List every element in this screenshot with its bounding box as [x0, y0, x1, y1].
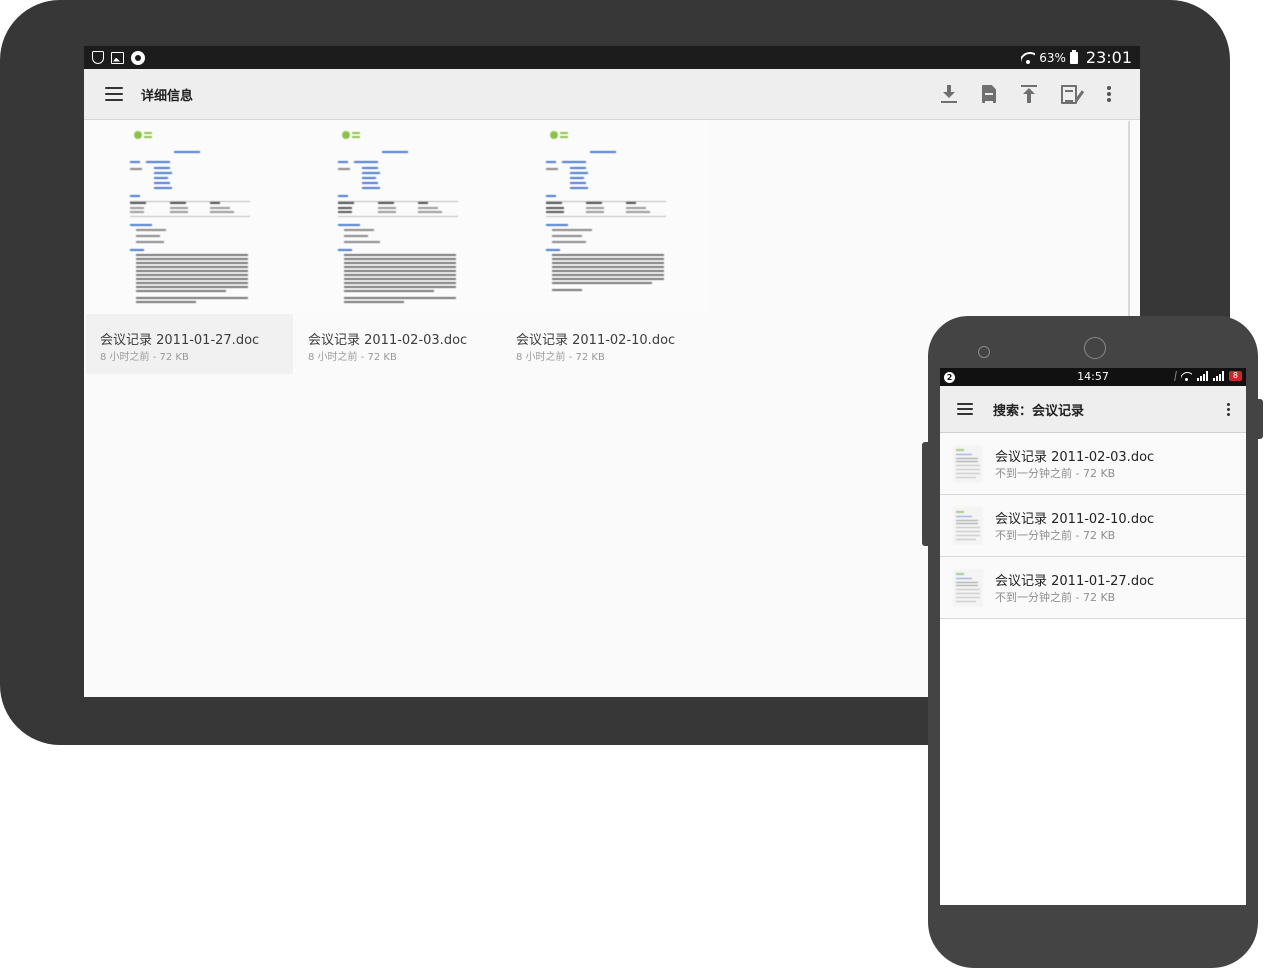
document-preview-icon — [546, 131, 666, 291]
battery-icon — [1069, 49, 1078, 64]
wifi-icon — [1181, 372, 1192, 381]
tablet-status-bar: 63% 23:01 — [84, 46, 1140, 69]
file-card[interactable]: 会议记录 2011-02-03.doc 8 小时之前 - 72 KB — [294, 121, 501, 374]
battery-level-badge: 8 — [1228, 371, 1242, 381]
file-thumbnail — [502, 121, 709, 314]
file-meta: 8 小时之前 - 72 KB — [308, 352, 397, 363]
file-meta: 不到一分钟之前 - 72 KB — [995, 591, 1116, 604]
edit-document-icon — [1061, 84, 1077, 104]
sensor-icon — [978, 346, 990, 358]
search-title: 搜索：会议记录 — [993, 403, 1085, 419]
file-meta: 不到一分钟之前 - 72 KB — [995, 529, 1116, 542]
power-button — [1257, 399, 1263, 439]
file-card[interactable]: 会议记录 2011-02-10.doc 8 小时之前 - 72 KB — [502, 121, 709, 374]
file-name: 会议记录 2011-02-03.doc — [995, 450, 1155, 465]
page-title: 详细信息 — [141, 88, 194, 104]
document-thumbnail-icon — [953, 569, 983, 607]
phone-device: 2 14:57 8 搜索：会议记录 会议记录 2011-02-03.doc 不到… — [922, 316, 1263, 968]
file-thumbnail — [294, 121, 501, 314]
file-name: 会议记录 2011-02-10.doc — [516, 333, 676, 348]
document-thumbnail-icon — [953, 507, 983, 545]
file-name: 会议记录 2011-01-27.doc — [995, 574, 1155, 589]
signal-icon — [1196, 371, 1208, 381]
document-icon-button[interactable] — [978, 83, 1000, 105]
download-icon[interactable] — [938, 83, 960, 105]
file-card[interactable]: 会议记录 2011-01-27.doc 8 小时之前 - 72 KB — [86, 121, 293, 374]
document-icon — [982, 85, 996, 103]
tablet-toolbar: 详细信息 — [84, 69, 1140, 120]
document-preview-icon — [130, 131, 250, 303]
signal-icon — [1212, 371, 1224, 381]
file-name: 会议记录 2011-01-27.doc — [100, 333, 260, 348]
showcase-stage: 63% 23:01 详细信息 会议记录 2011-01-27.doc 8 小时之… — [0, 0, 1266, 973]
upload-icon[interactable] — [1018, 83, 1040, 105]
phone-toolbar: 搜索：会议记录 — [940, 386, 1246, 433]
document-thumbnail-icon — [953, 445, 983, 483]
list-item[interactable]: 会议记录 2011-01-27.doc 不到一分钟之前 - 72 KB — [940, 557, 1246, 619]
image-icon — [111, 51, 124, 64]
camera-icon — [1084, 337, 1106, 359]
menu-icon[interactable] — [105, 87, 123, 101]
gear-icon — [131, 50, 145, 65]
file-grid: 会议记录 2011-01-27.doc 8 小时之前 - 72 KB 会议记录 … — [86, 121, 710, 374]
status-clock: 23:01 — [1085, 48, 1132, 67]
list-item[interactable]: 会议记录 2011-02-03.doc 不到一分钟之前 - 72 KB — [940, 433, 1246, 495]
file-meta: 8 小时之前 - 72 KB — [100, 352, 189, 363]
file-meta: 不到一分钟之前 - 72 KB — [995, 467, 1116, 480]
volume-button — [922, 442, 929, 546]
battery-percent: 63% — [1039, 50, 1066, 65]
shield-icon — [92, 51, 104, 64]
file-name: 会议记录 2011-02-10.doc — [995, 512, 1155, 527]
phone-status-bar: 2 14:57 8 — [940, 368, 1246, 386]
search-results-list: 会议记录 2011-02-03.doc 不到一分钟之前 - 72 KB 会议记录… — [940, 433, 1246, 619]
edit-document-button[interactable] — [1058, 83, 1080, 105]
document-preview-icon — [338, 131, 458, 303]
file-name: 会议记录 2011-02-03.doc — [308, 333, 468, 348]
file-thumbnail — [86, 121, 293, 314]
overflow-menu-button[interactable] — [1098, 83, 1120, 105]
list-item[interactable]: 会议记录 2011-02-10.doc 不到一分钟之前 - 72 KB — [940, 495, 1246, 557]
wifi-icon — [1021, 52, 1035, 64]
more-vert-icon[interactable] — [1227, 402, 1230, 416]
menu-icon[interactable] — [957, 403, 973, 415]
bluetooth-icon — [1169, 371, 1177, 381]
more-vert-icon — [1107, 86, 1111, 102]
file-meta: 8 小时之前 - 72 KB — [516, 352, 605, 363]
phone-screen: 2 14:57 8 搜索：会议记录 会议记录 2011-02-03.doc 不到… — [940, 368, 1246, 905]
